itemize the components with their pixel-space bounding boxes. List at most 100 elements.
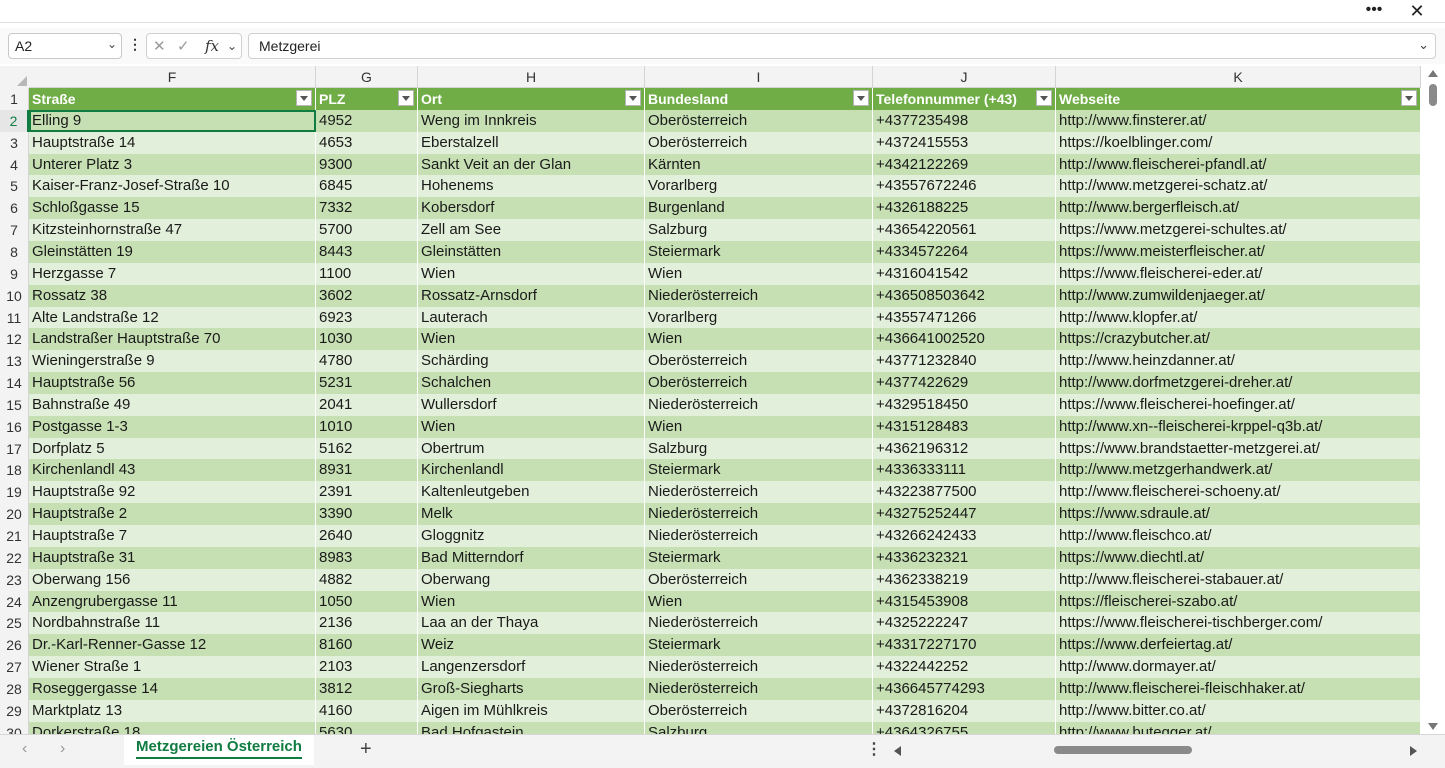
table-cell[interactable]: Weng im Innkreis [418,109,645,132]
table-cell[interactable]: Hauptstraße 2 [29,503,316,526]
tab-options-icon[interactable]: ⋮ [866,739,882,759]
table-cell[interactable]: Unterer Platz 3 [29,153,316,176]
filter-icon[interactable] [625,90,641,106]
table-cell[interactable]: Hauptstraße 56 [29,372,316,395]
table-cell[interactable]: Oberösterreich [645,131,873,154]
horizontal-scroll-thumb[interactable] [1054,746,1192,754]
table-header-cell[interactable]: Bundesland [645,88,873,110]
table-cell[interactable]: Hauptstraße 7 [29,525,316,547]
table-cell[interactable]: https://www.sdraule.at/ [1056,503,1421,526]
row-header[interactable]: 17 [0,437,29,460]
table-cell[interactable]: +4377422629 [873,372,1056,395]
table-cell[interactable]: http://www.dorfmetzgerei-dreher.at/ [1056,372,1421,395]
table-cell[interactable]: +4362196312 [873,437,1056,460]
table-cell[interactable]: Kaltenleutgeben [418,481,645,504]
table-cell[interactable]: 1100 [316,262,418,285]
table-cell[interactable]: Kirchenlandl 43 [29,459,316,482]
add-sheet-icon[interactable]: + [360,738,372,761]
table-cell[interactable]: Rossatz 38 [29,284,316,307]
row-header[interactable]: 27 [0,656,29,679]
expand-formula-icon[interactable]: ⌄ [1418,37,1429,53]
table-cell[interactable]: Hohenems [418,175,645,198]
close-icon[interactable]: ✕ [1405,0,1429,22]
table-cell[interactable]: http://www.dormayer.at/ [1056,656,1421,679]
table-cell[interactable]: 8983 [316,546,418,569]
vertical-scrollbar[interactable] [1426,66,1440,734]
table-cell[interactable]: Niederösterreich [645,481,873,504]
table-cell[interactable]: 4952 [316,109,418,132]
column-header-g[interactable]: G [316,66,418,88]
row-header[interactable]: 28 [0,677,29,700]
table-cell[interactable]: +436641002520 [873,328,1056,351]
table-cell[interactable]: +43317227170 [873,634,1056,657]
vertical-dots-icon[interactable]: ⋮ [128,36,142,53]
table-cell[interactable]: Bad Mitterndorf [418,546,645,569]
table-cell[interactable]: Vorarlberg [645,306,873,329]
table-cell[interactable]: https://www.fleischerei-eder.at/ [1056,262,1421,285]
table-cell[interactable]: Wieningerstraße 9 [29,350,316,373]
table-cell[interactable]: http://www.bergerfleisch.at/ [1056,197,1421,220]
table-cell[interactable]: Niederösterreich [645,677,873,700]
table-cell[interactable]: Oberösterreich [645,350,873,373]
table-cell[interactable]: Hauptstraße 14 [29,131,316,154]
table-cell[interactable]: +4329518450 [873,393,1056,416]
table-cell[interactable]: Dorfplatz 5 [29,437,316,460]
row-header[interactable]: 23 [0,568,29,591]
table-cell[interactable]: Burgenland [645,197,873,220]
table-cell[interactable]: Hauptstraße 92 [29,481,316,504]
table-cell[interactable]: http://www.klopfer.at/ [1056,306,1421,329]
spreadsheet-grid[interactable]: F G H I J K 1 Straße PLZ Ort Bundesland Telefonnumm… [0,66,1424,734]
table-cell[interactable]: +43557672246 [873,175,1056,198]
table-cell[interactable]: Weiz [418,634,645,657]
table-cell[interactable]: Schloßgasse 15 [29,197,316,220]
row-header[interactable]: 10 [0,284,29,307]
filter-icon[interactable] [1036,90,1052,106]
table-cell[interactable]: 5162 [316,437,418,460]
row-header[interactable]: 21 [0,525,29,547]
table-cell[interactable]: Marktplatz 13 [29,699,316,722]
table-cell[interactable]: Niederösterreich [645,612,873,635]
table-cell[interactable]: https://www.metzgerei-schultes.at/ [1056,219,1421,242]
vertical-scroll-thumb[interactable] [1429,84,1437,106]
more-options-icon[interactable]: ••• [1362,0,1386,22]
row-header[interactable]: 18 [0,459,29,482]
row-header[interactable]: 19 [0,481,29,504]
table-cell[interactable]: 4882 [316,568,418,591]
table-cell[interactable]: https://fleischerei-szabo.at/ [1056,590,1421,613]
row-header[interactable]: 9 [0,262,29,285]
table-cell[interactable]: 3812 [316,677,418,700]
table-cell[interactable]: 8160 [316,634,418,657]
row-header[interactable]: 20 [0,503,29,526]
table-cell[interactable]: +43557471266 [873,306,1056,329]
row-header[interactable]: 15 [0,393,29,416]
table-cell[interactable]: 4653 [316,131,418,154]
table-cell[interactable]: Schalchen [418,372,645,395]
table-cell[interactable]: https://koelblinger.com/ [1056,131,1421,154]
row-header[interactable]: 12 [0,328,29,351]
table-cell[interactable]: https://www.diechtl.at/ [1056,546,1421,569]
scroll-up-icon[interactable] [1428,70,1438,77]
table-cell[interactable]: +4377235498 [873,109,1056,132]
table-cell[interactable]: Oberösterreich [645,372,873,395]
row-header[interactable]: 13 [0,350,29,373]
table-cell[interactable]: +4316041542 [873,262,1056,285]
table-cell[interactable]: 3390 [316,503,418,526]
table-cell[interactable]: Rossatz-Arnsdorf [418,284,645,307]
table-cell[interactable]: Kitzsteinhornstraße 47 [29,219,316,242]
table-cell[interactable]: Kobersdorf [418,197,645,220]
row-header[interactable]: 30 [0,721,29,734]
table-cell[interactable]: +43223877500 [873,481,1056,504]
table-cell[interactable]: Niederösterreich [645,656,873,679]
table-cell[interactable]: Gleinstätten 19 [29,240,316,263]
row-header[interactable]: 1 [0,88,29,110]
chevron-down-icon[interactable]: ⌄ [107,37,117,51]
table-cell[interactable]: Oberwang [418,568,645,591]
table-cell[interactable]: 1050 [316,590,418,613]
table-cell[interactable]: https://crazybutcher.at/ [1056,328,1421,351]
table-cell[interactable]: 4160 [316,699,418,722]
function-icon[interactable]: fx [205,37,219,55]
table-cell[interactable]: https://www.fleischerei-tischberger.com/ [1056,612,1421,635]
table-cell[interactable]: 2640 [316,525,418,547]
scroll-left-icon[interactable] [894,746,901,756]
filter-icon[interactable] [398,90,414,106]
